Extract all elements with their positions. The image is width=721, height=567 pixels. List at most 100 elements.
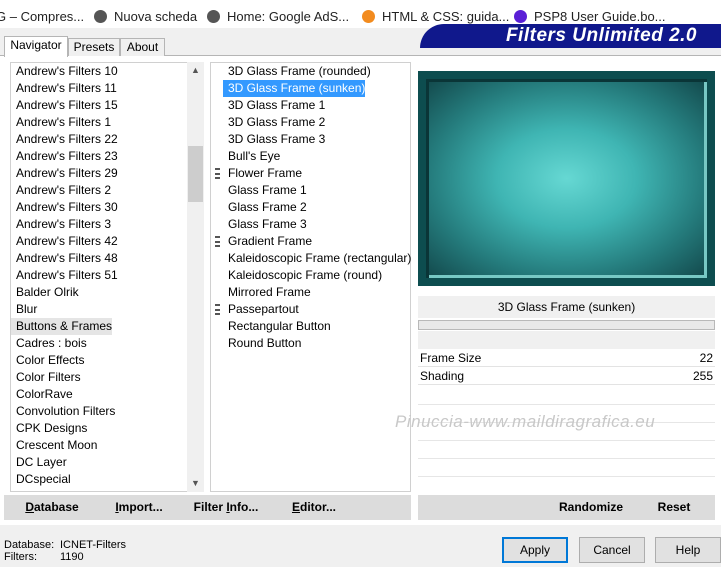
category-list[interactable]: Andrew's Filters 10 Andrew's Filters 11 An… — [10, 62, 204, 492]
cancel-button[interactable]: Cancel — [579, 537, 645, 563]
help-button[interactable]: Help — [655, 537, 721, 563]
filter-label: Glass Frame 3 — [228, 217, 307, 231]
scroll-thumb[interactable] — [188, 146, 203, 202]
category-item[interactable]: Crescent Moon — [11, 437, 97, 454]
watermark: Pinuccia-www.maildiragrafica.eu — [395, 412, 656, 431]
category-item[interactable]: Blur — [11, 301, 37, 318]
tab-navigator[interactable]: Navigator — [4, 36, 68, 57]
app-banner: Filters Unlimited 2.0 — [420, 24, 721, 48]
filter-list[interactable]: 3D Glass Frame (rounded) 3D Glass Frame (… — [210, 62, 411, 492]
filter-item[interactable]: Gradient Frame — [215, 233, 313, 250]
param-empty-line — [418, 476, 715, 477]
category-item[interactable]: Andrew's Filters 1 — [11, 114, 111, 131]
tab-presets[interactable]: Presets — [68, 38, 120, 56]
bookmark-item[interactable]: HTML & CSS: guida... — [362, 9, 509, 25]
mnemonic: D — [25, 500, 34, 514]
database-button[interactable]: Database — [12, 495, 92, 520]
editor-button[interactable]: Editor... — [286, 495, 342, 520]
globe-icon — [94, 10, 107, 23]
filter-item[interactable]: Passepartout — [215, 301, 299, 318]
tab-label: Navigator — [10, 38, 62, 52]
category-item[interactable]: ColorRave — [11, 386, 73, 403]
category-item[interactable]: CPK Designs — [11, 420, 87, 437]
mnemonic: E — [291, 500, 300, 514]
bookmark-item[interactable]: Nuova scheda — [94, 9, 197, 25]
category-item[interactable]: Andrew's Filters 3 — [11, 216, 111, 233]
category-item[interactable]: Andrew's Filters 42 — [11, 233, 118, 250]
param-row-frame-size[interactable]: Frame Size 22 — [418, 350, 715, 367]
param-header-spacer — [418, 331, 715, 349]
scroll-down-icon[interactable]: ▼ — [187, 475, 204, 492]
category-item[interactable]: Convolution Filters — [11, 403, 115, 420]
filter-item[interactable]: Bull's Eye — [223, 148, 280, 165]
category-item[interactable]: Andrew's Filters 30 — [11, 199, 118, 216]
filter-label: Passepartout — [228, 302, 299, 316]
button-label: Reset — [657, 500, 691, 514]
filter-label: 3D Glass Frame 2 — [228, 115, 326, 129]
category-item[interactable]: Andrew's Filters 11 — [11, 80, 117, 97]
button-label: nfo... — [229, 500, 259, 514]
filter-item[interactable]: Glass Frame 2 — [223, 199, 307, 216]
filter-label: Rectangular Button — [228, 319, 331, 333]
tab-about[interactable]: About — [120, 38, 165, 56]
filter-item[interactable]: 3D Glass Frame 2 — [223, 114, 325, 131]
filter-info-button[interactable]: Filter Info... — [190, 495, 262, 520]
filter-item[interactable]: 3D Glass Frame (rounded) — [223, 63, 371, 80]
filter-item[interactable]: Glass Frame 1 — [223, 182, 307, 199]
apply-button[interactable]: Apply — [502, 537, 568, 563]
filter-item[interactable]: Round Button — [223, 335, 301, 352]
category-item[interactable]: Andrew's Filters 15 — [11, 97, 118, 114]
filter-label: Gradient Frame — [228, 234, 313, 248]
bookmark-item[interactable]: Home: Google AdS... — [207, 9, 349, 25]
reset-button[interactable]: Reset — [646, 495, 702, 520]
category-item[interactable]: Color Effects — [11, 352, 84, 369]
param-empty-line — [418, 458, 715, 459]
scroll-up-icon[interactable]: ▲ — [187, 62, 204, 79]
category-item[interactable]: Balder Olrik — [11, 284, 79, 301]
button-label: mport... — [118, 500, 163, 514]
category-item[interactable]: Cadres : bois — [11, 335, 87, 352]
category-item[interactable]: Andrew's Filters 29 — [11, 165, 118, 182]
preview-frame — [418, 71, 715, 286]
filter-label: Bull's Eye — [228, 149, 281, 163]
group-marker-icon — [215, 304, 220, 315]
filter-item[interactable]: 3D Glass Frame 1 — [223, 97, 325, 114]
filter-item[interactable]: Glass Frame 3 — [223, 216, 307, 233]
bookmark-label: PSP8 User Guide.bo... — [534, 9, 666, 24]
filter-label: Kaleidoscopic Frame (rectangular) — [228, 251, 412, 265]
filter-item[interactable]: 3D Glass Frame (sunken) — [223, 80, 366, 97]
bookmark-item[interactable]: PSP8 User Guide.bo... — [514, 9, 666, 25]
param-empty-line — [418, 404, 715, 405]
filter-label: 3D Glass Frame 1 — [228, 98, 326, 112]
bookmark-label: G – Compres... — [0, 9, 85, 24]
randomize-button[interactable]: Randomize — [548, 495, 634, 520]
filter-item[interactable]: Mirrored Frame — [223, 284, 311, 301]
category-item[interactable]: Andrew's Filters 51 — [11, 267, 118, 284]
filter-item[interactable]: Flower Frame — [215, 165, 302, 182]
filter-item[interactable]: Kaleidoscopic Frame (round) — [223, 267, 382, 284]
category-scrollbar[interactable]: ▲ ▼ — [187, 62, 204, 492]
filter-item[interactable]: Kaleidoscopic Frame (rectangular) — [223, 250, 411, 267]
filter-label: 3D Glass Frame (rounded) — [228, 64, 371, 78]
bookmark-label: Nuova scheda — [114, 9, 198, 24]
filter-name-label: 3D Glass Frame (sunken) — [418, 296, 715, 318]
filter-item[interactable]: 3D Glass Frame 3 — [223, 131, 325, 148]
filter-item[interactable]: Rectangular Button — [223, 318, 331, 335]
button-label: Help — [675, 543, 701, 557]
bookmark-item[interactable]: G – Compres... — [0, 9, 84, 25]
bookmark-label: Home: Google AdS... — [227, 9, 350, 24]
category-item[interactable]: Andrew's Filters 23 — [11, 148, 118, 165]
param-row-shading[interactable]: Shading 255 — [418, 368, 715, 385]
category-item[interactable]: Andrew's Filters 10 — [11, 63, 118, 80]
param-value: 22 — [699, 351, 713, 365]
filter-name-text: 3D Glass Frame (sunken) — [497, 300, 636, 314]
category-item[interactable]: Color Filters — [11, 369, 81, 386]
category-item[interactable]: Andrew's Filters 48 — [11, 250, 118, 267]
import-button[interactable]: Import... — [104, 495, 174, 520]
category-item[interactable]: Andrew's Filters 2 — [11, 182, 111, 199]
category-item[interactable]: DC Layer — [11, 454, 67, 471]
status-value: 1190 — [60, 551, 84, 563]
category-item[interactable]: Buttons & Frames — [11, 318, 113, 335]
category-item[interactable]: Andrew's Filters 22 — [11, 131, 118, 148]
category-item[interactable]: DCspecial — [11, 471, 71, 488]
